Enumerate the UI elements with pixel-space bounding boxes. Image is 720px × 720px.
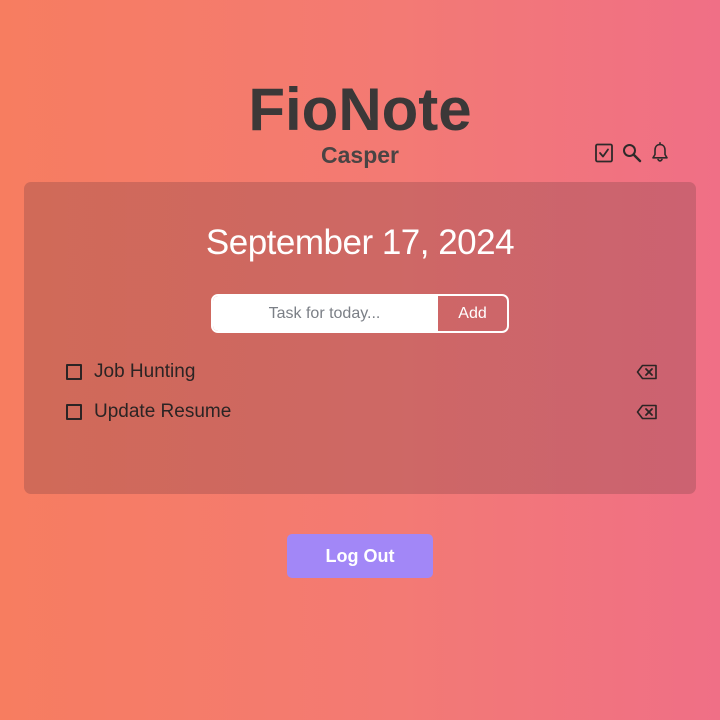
delete-task-icon[interactable] (636, 402, 658, 422)
app-title: FioNote (248, 76, 472, 143)
header-toolbar (594, 142, 670, 164)
todo-card: September 17, 2024 Add Job Hunting Updat… (24, 182, 696, 494)
add-task-button[interactable]: Add (436, 296, 507, 331)
task-label: Update Resume (94, 401, 232, 422)
task-checkbox[interactable] (66, 364, 82, 380)
delete-task-icon[interactable] (636, 362, 658, 382)
checkbox-check-icon[interactable] (594, 142, 614, 164)
task-item: Update Resume (66, 392, 658, 432)
bell-icon[interactable] (650, 142, 670, 164)
date-heading: September 17, 2024 (205, 223, 515, 262)
task-checkbox[interactable] (66, 404, 82, 420)
task-input[interactable] (213, 296, 436, 331)
task-label: Job Hunting (94, 361, 196, 382)
logout-button[interactable]: Log Out (287, 534, 433, 578)
add-task-form: Add (211, 294, 509, 333)
search-icon[interactable] (622, 142, 642, 164)
task-item: Job Hunting (66, 352, 658, 392)
task-list: Job Hunting Update Resume (66, 352, 658, 432)
